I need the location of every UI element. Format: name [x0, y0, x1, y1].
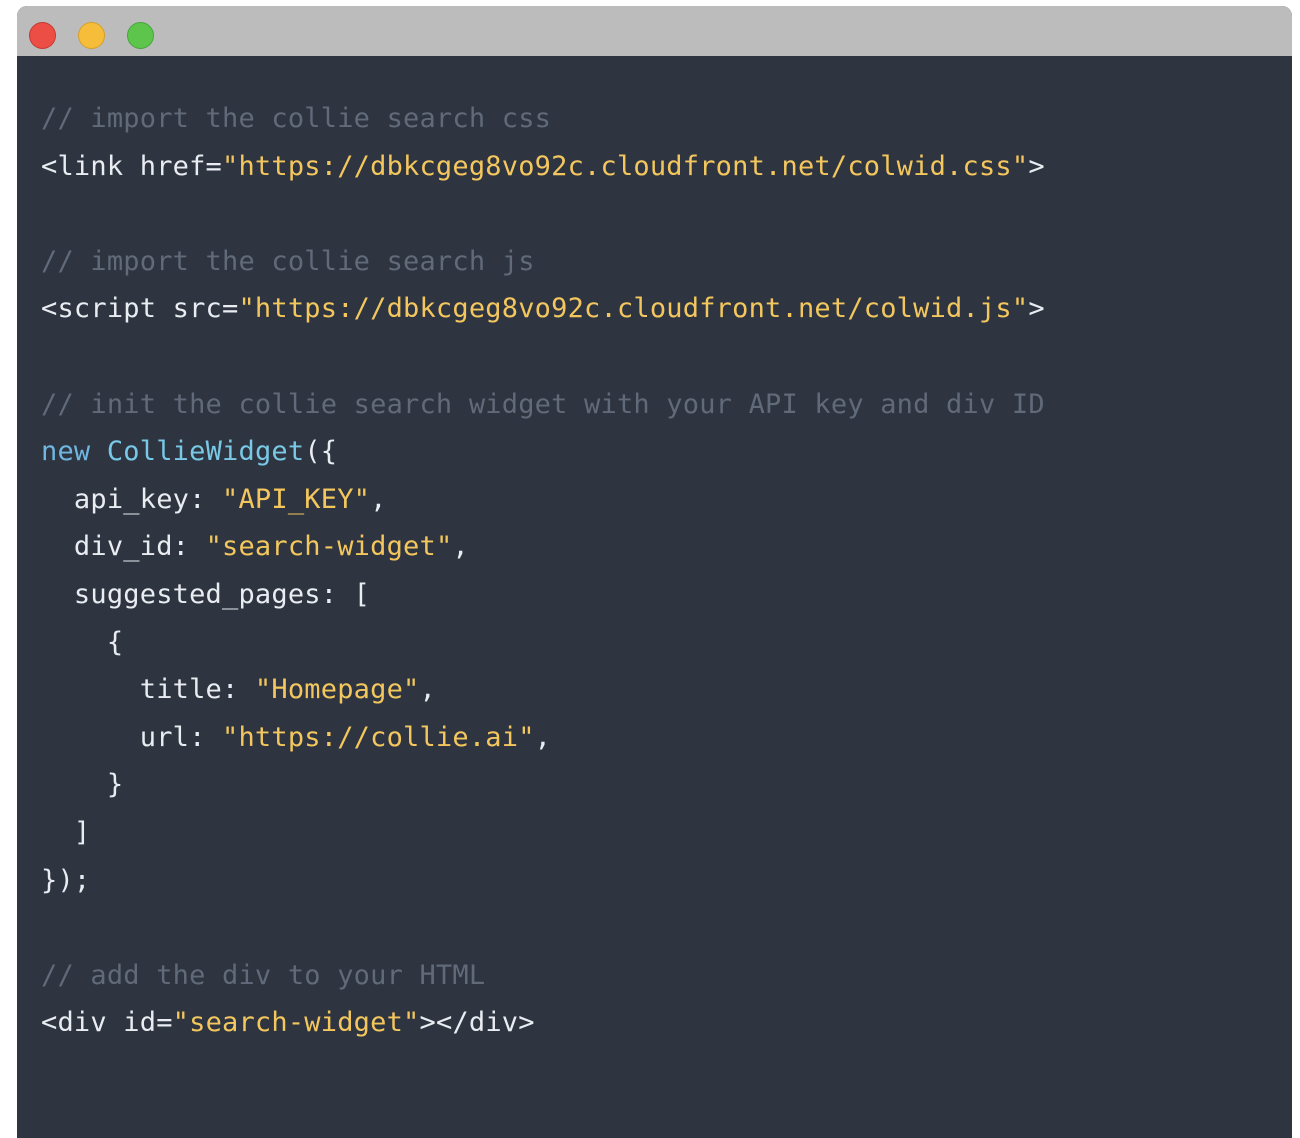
code-line-7: // init the collie search widget with yo… [41, 381, 1045, 429]
code-line-14: url: "https://collie.ai", [41, 714, 1045, 762]
code-line-12: { [41, 619, 1045, 667]
code-text: <link href= [41, 150, 223, 182]
code-string: "API_KEY" [222, 483, 371, 515]
code-text: suggested_pages: [ [41, 578, 371, 610]
code-comment: // import the collie search css [41, 103, 552, 134]
code-line-2: <link href="https://dbkcgeg8vo92c.cloudf… [41, 143, 1045, 191]
code-text: ] [41, 816, 91, 848]
window-titlebar [17, 6, 1292, 56]
code-line-16: ] [41, 809, 1045, 857]
code-line-17: }); [41, 857, 1045, 905]
code-line-13: title: "Homepage", [41, 666, 1045, 714]
code-text: api_key: [41, 483, 223, 515]
code-line-19: // add the div to your HTML [41, 952, 1045, 1000]
code-keyword: new [41, 436, 91, 468]
code-text: , [534, 721, 552, 753]
code-string: "search-widget" [205, 531, 453, 563]
code-comment: // import the collie search js [41, 245, 535, 277]
code-text: url: [41, 721, 223, 753]
code-line-5: <script src="https://dbkcgeg8vo92c.cloud… [41, 285, 1045, 333]
code-string: "search-widget" [172, 1007, 420, 1039]
code-text: } [41, 769, 124, 801]
code-text: <div id= [41, 1007, 173, 1039]
code-string: "Homepage" [254, 674, 420, 706]
code-line-11: suggested_pages: [ [41, 571, 1045, 619]
code-text: , [452, 531, 469, 563]
code-line-9: api_key: "API_KEY", [41, 476, 1045, 524]
code-text: , [419, 674, 436, 706]
code-block: // import the collie search css <link hre… [41, 95, 1045, 1047]
code-text: div_id: [41, 531, 206, 563]
code-string: "https://dbkcgeg8vo92c.cloudfront.net/co… [222, 150, 1029, 182]
zoom-button[interactable] [127, 22, 154, 49]
code-text: ></div> [419, 1007, 535, 1039]
code-line-20: <div id="search-widget"></div> [41, 999, 1045, 1047]
code-text: , [370, 483, 387, 515]
code-comment: // add the div to your HTML [41, 959, 486, 991]
code-text: title: [41, 674, 255, 706]
code-line-1: // import the collie search css [41, 95, 1045, 143]
code-line-10: div_id: "search-widget", [41, 523, 1045, 571]
code-line-4: // import the collie search js [41, 238, 1045, 286]
code-text: <script src= [41, 293, 239, 325]
code-text: > [1028, 293, 1045, 325]
code-text: { [41, 626, 124, 658]
code-line-8: new CollieWidget({ [41, 428, 1045, 476]
code-line-15: } [41, 761, 1045, 809]
code-string: "https://collie.ai" [222, 721, 535, 753]
code-text: }); [41, 864, 91, 896]
close-button[interactable] [29, 22, 56, 49]
code-comment: // init the collie search widget with yo… [41, 388, 1045, 420]
code-text: > [1028, 150, 1045, 182]
code-string: "https://dbkcgeg8vo92c.cloudfront.net/co… [238, 293, 1029, 325]
minimize-button[interactable] [78, 22, 105, 49]
code-text: ({ [304, 436, 338, 468]
code-class-name: CollieWidget [106, 436, 305, 468]
